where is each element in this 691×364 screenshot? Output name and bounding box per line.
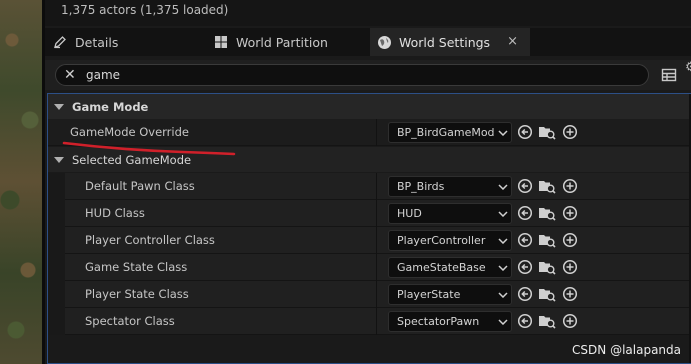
column-divider[interactable] xyxy=(376,227,377,254)
dropdown-value: PlayerController xyxy=(397,234,486,247)
property-label: GameMode Override xyxy=(70,125,189,139)
use-selected-asset-icon[interactable] xyxy=(517,178,533,194)
row-indent xyxy=(48,227,65,254)
add-new-icon[interactable] xyxy=(562,232,578,248)
dropdown-value: GameStateBase xyxy=(397,261,486,274)
column-divider[interactable] xyxy=(376,308,377,335)
add-new-icon[interactable] xyxy=(562,205,578,221)
browse-asset-icon[interactable] xyxy=(538,205,556,221)
search-input[interactable] xyxy=(86,68,486,82)
chevron-down-icon xyxy=(495,210,511,217)
settings-gear-icon[interactable]: ⚙ xyxy=(685,60,691,75)
table-view-icon[interactable] xyxy=(661,67,677,83)
search-row: ✕ ⚙ xyxy=(45,60,691,90)
class-dropdown[interactable]: PlayerController xyxy=(388,230,512,251)
use-selected-asset-icon[interactable] xyxy=(517,232,533,248)
row-indent xyxy=(48,254,65,281)
property-label: Spectator Class xyxy=(85,314,175,328)
property-label: Player Controller Class xyxy=(85,233,215,247)
dropdown-value: BP_Birds xyxy=(397,180,445,193)
row-indent xyxy=(48,308,65,335)
property-row: Player State Class PlayerState xyxy=(48,281,691,308)
tab-details[interactable]: Details xyxy=(52,28,202,56)
browse-asset-icon[interactable] xyxy=(538,124,556,140)
gamemode-override-dropdown[interactable]: BP_BirdGameMod xyxy=(388,122,512,143)
use-selected-asset-icon[interactable] xyxy=(517,286,533,302)
actor-count-label: 1,375 actors (1,375 loaded) xyxy=(45,0,691,26)
row-indent xyxy=(48,200,65,227)
category-game-mode[interactable]: Game Mode xyxy=(48,94,691,119)
globe-icon xyxy=(376,34,392,50)
level-viewport-strip xyxy=(0,0,45,364)
add-new-icon[interactable] xyxy=(562,286,578,302)
add-new-icon[interactable] xyxy=(562,259,578,275)
class-dropdown[interactable]: GameStateBase xyxy=(388,257,512,278)
partition-grid-icon xyxy=(213,34,229,50)
property-row: Player Controller Class PlayerController xyxy=(48,227,691,254)
class-dropdown[interactable]: PlayerState xyxy=(388,284,512,305)
clear-search-icon[interactable]: ✕ xyxy=(64,68,78,82)
pencil-icon xyxy=(52,34,68,50)
search-field[interactable]: ✕ xyxy=(55,64,649,86)
browse-asset-icon[interactable] xyxy=(538,232,556,248)
close-tab-icon[interactable]: × xyxy=(507,34,518,49)
add-new-icon[interactable] xyxy=(562,313,578,329)
chevron-down-icon xyxy=(495,318,511,325)
column-divider[interactable] xyxy=(376,173,377,200)
collapse-triangle-icon[interactable] xyxy=(54,103,64,110)
column-divider[interactable] xyxy=(376,119,377,146)
tab-world-settings-label: World Settings xyxy=(399,34,491,50)
chevron-down-icon xyxy=(495,129,511,136)
row-indent xyxy=(48,281,65,308)
property-row: Game State Class GameStateBase xyxy=(48,254,691,281)
row-indent xyxy=(48,173,65,200)
red-annotation-underline xyxy=(62,141,236,156)
property-row: Default Pawn Class BP_Birds xyxy=(48,173,691,200)
dropdown-value: SpectatorPawn xyxy=(397,315,480,328)
tab-world-partition-label: World Partition xyxy=(236,34,328,50)
property-row: Spectator Class SpectatorPawn xyxy=(48,308,691,335)
add-new-icon[interactable] xyxy=(562,124,578,140)
property-list: Game Mode GameMode Override BP_BirdGameM… xyxy=(47,93,691,364)
add-new-icon[interactable] xyxy=(562,178,578,194)
use-selected-asset-icon[interactable] xyxy=(517,313,533,329)
category-label: Game Mode xyxy=(72,99,149,114)
tab-bar: Details World Partition World Settings × xyxy=(45,28,691,56)
tab-world-partition[interactable]: World Partition xyxy=(213,28,363,56)
class-dropdown[interactable]: HUD xyxy=(388,203,512,224)
column-divider[interactable] xyxy=(376,200,377,227)
browse-asset-icon[interactable] xyxy=(538,259,556,275)
dropdown-value: HUD xyxy=(397,207,422,220)
column-divider[interactable] xyxy=(376,281,377,308)
use-selected-asset-icon[interactable] xyxy=(517,124,533,140)
dropdown-value: BP_BirdGameMod xyxy=(397,126,495,139)
column-divider[interactable] xyxy=(376,254,377,281)
world-settings-panel: 1,375 actors (1,375 loaded) Details Worl… xyxy=(45,0,691,364)
dropdown-value: PlayerState xyxy=(397,288,461,301)
use-selected-asset-icon[interactable] xyxy=(517,259,533,275)
browse-asset-icon[interactable] xyxy=(538,286,556,302)
collapse-triangle-icon[interactable] xyxy=(54,156,64,163)
tab-details-label: Details xyxy=(75,34,119,50)
class-dropdown[interactable]: BP_Birds xyxy=(388,176,512,197)
property-label: HUD Class xyxy=(85,206,145,220)
chevron-down-icon xyxy=(495,237,511,244)
class-dropdown[interactable]: SpectatorPawn xyxy=(388,311,512,332)
watermark: CSDN @lalapanda xyxy=(572,343,681,357)
use-selected-asset-icon[interactable] xyxy=(517,205,533,221)
property-label: Default Pawn Class xyxy=(85,179,195,193)
chevron-down-icon xyxy=(495,183,511,190)
property-row: HUD Class HUD xyxy=(48,200,691,227)
property-label: Game State Class xyxy=(85,260,188,274)
browse-asset-icon[interactable] xyxy=(538,178,556,194)
chevron-down-icon xyxy=(495,291,511,298)
browse-asset-icon[interactable] xyxy=(538,313,556,329)
property-label: Player State Class xyxy=(85,287,189,301)
chevron-down-icon xyxy=(495,264,511,271)
tab-world-settings[interactable]: World Settings × xyxy=(370,28,530,56)
